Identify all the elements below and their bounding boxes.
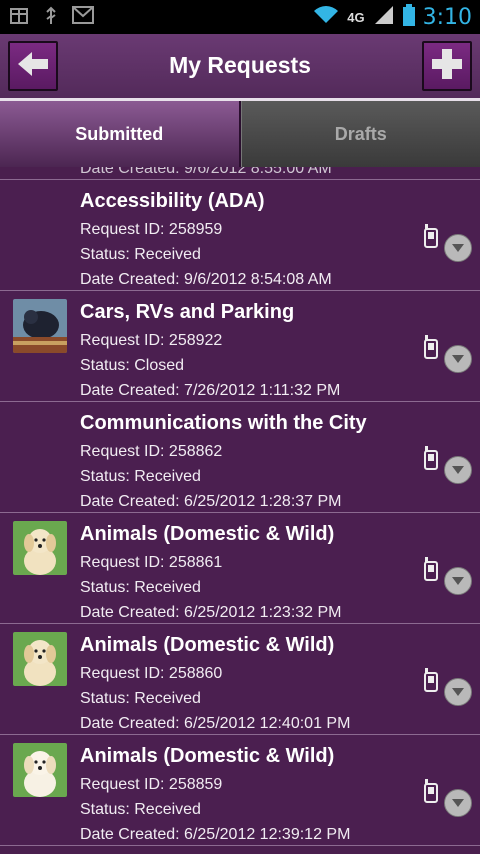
chevron-down-icon[interactable]: [444, 789, 472, 817]
gmail-icon: [72, 6, 94, 26]
request-date: Date Created: 6/25/2012 1:23:32 PM: [80, 604, 342, 621]
tab-drafts[interactable]: Drafts: [240, 101, 480, 167]
usb-icon: [40, 6, 62, 26]
request-id: Request ID: 258922: [80, 332, 223, 349]
request-status: Status: Received: [80, 690, 201, 707]
signal-icon: [373, 5, 395, 30]
request-status: Status: Received: [80, 801, 201, 818]
request-status: Status: Received: [80, 579, 201, 596]
request-id: Request ID: 258859: [80, 776, 223, 793]
request-id: Request ID: 258860: [80, 665, 223, 682]
tab-submitted[interactable]: Submitted: [0, 101, 241, 167]
battery-icon: [402, 4, 415, 31]
list-item[interactable]: Accessibility (ADA) Request ID: 258959 S…: [0, 180, 480, 291]
list-item[interactable]: Animals (Domestic & Wild) Request ID: 25…: [0, 513, 480, 624]
request-date: Date Created: 7/26/2012 1:11:32 PM: [80, 382, 341, 399]
request-title: Animals (Domestic & Wild): [80, 634, 335, 656]
list-item[interactable]: Animals (Domestic & Wild) Request ID: 25…: [0, 735, 480, 846]
dog-photo-thumbnail: [13, 632, 67, 686]
request-title: Accessibility (ADA): [80, 190, 265, 212]
network-type: 4G: [347, 9, 365, 25]
list-item[interactable]: Communications with the City Request ID:…: [0, 402, 480, 513]
mobile-phone-icon: [424, 779, 438, 808]
box-icon: [8, 6, 30, 26]
request-title: Communications with the City: [80, 412, 367, 434]
request-status: Status: Received: [80, 246, 201, 263]
chevron-down-icon[interactable]: [444, 234, 472, 262]
mobile-phone-icon: [424, 557, 438, 586]
status-bar: 4G 3:10: [0, 0, 480, 34]
list-item[interactable]: Cars, RVs and Parking Request ID: 258922…: [0, 291, 480, 402]
mobile-phone-icon: [424, 668, 438, 697]
request-status: Status: Received: [80, 468, 201, 485]
list-item[interactable]: Animals (Domestic & Wild) Request ID: 25…: [0, 624, 480, 735]
request-date: Date Created: 6/25/2012 1:28:37 PM: [80, 493, 342, 510]
add-request-button[interactable]: [422, 41, 472, 91]
request-date: Date Created: 6/25/2012 12:40:01 PM: [80, 715, 351, 732]
mobile-phone-icon: [424, 224, 438, 253]
dog-photo-thumbnail: [13, 521, 67, 575]
request-id: Request ID: 258861: [80, 554, 223, 571]
mobile-phone-icon: [424, 335, 438, 364]
app-header: My Requests: [0, 34, 480, 98]
chevron-down-icon[interactable]: [444, 345, 472, 373]
request-title: Cars, RVs and Parking: [80, 301, 295, 323]
request-list[interactable]: Date Created: 9/6/2012 8:55:00 AM Access…: [0, 167, 480, 854]
plus-icon: [430, 47, 464, 86]
request-title: Animals (Domestic & Wild): [80, 745, 335, 767]
chevron-down-icon[interactable]: [444, 567, 472, 595]
page-title: My Requests: [169, 52, 311, 78]
tab-bar: Submitted Drafts: [0, 101, 480, 167]
chevron-down-icon[interactable]: [444, 678, 472, 706]
clock: 3:10: [422, 5, 472, 30]
request-photo-thumbnail: [13, 299, 67, 353]
request-status: Status: Closed: [80, 357, 185, 374]
partial-list-item: Date Created: 9/6/2012 8:55:00 AM: [0, 167, 480, 180]
request-date: Date Created: 6/25/2012 12:39:12 PM: [80, 826, 351, 843]
dog-photo-thumbnail: [13, 743, 67, 797]
request-date: Date Created: 9/6/2012 8:54:08 AM: [80, 271, 332, 288]
wifi-icon: [313, 5, 339, 30]
request-id: Request ID: 258862: [80, 443, 223, 460]
request-title: Animals (Domestic & Wild): [80, 523, 335, 545]
chevron-down-icon[interactable]: [444, 456, 472, 484]
mobile-phone-icon: [424, 446, 438, 475]
request-id: Request ID: 258959: [80, 221, 223, 238]
